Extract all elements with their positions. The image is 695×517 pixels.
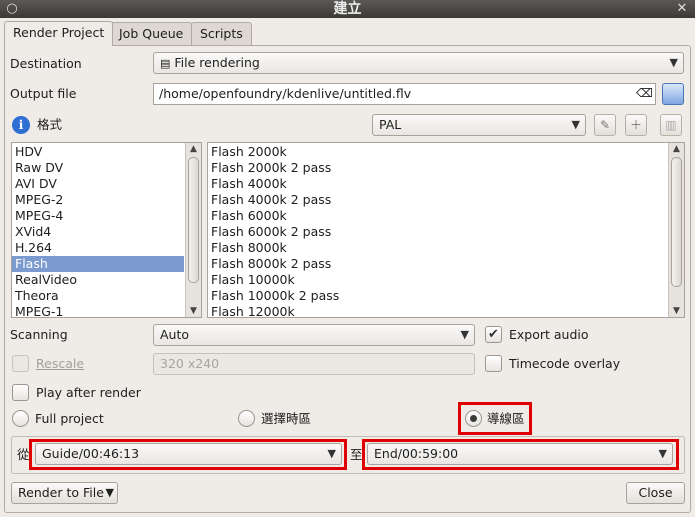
play-after-render-label: Play after render (36, 385, 141, 400)
film-icon: ▤ (160, 57, 171, 70)
chevron-down-icon: ▼ (669, 56, 678, 69)
selected-zone-label: 選擇時區 (261, 411, 312, 426)
output-file-input[interactable]: /home/openfoundry/kdenlive/untitled.flv (153, 83, 656, 105)
format-list-item[interactable]: MPEG-1 (12, 304, 184, 317)
format-list-item[interactable]: AVI DV (12, 176, 184, 192)
scanning-select[interactable]: Auto ▼ (153, 324, 475, 346)
format-list-item[interactable]: MPEG-2 (12, 192, 184, 208)
chevron-down-icon: ▼ (105, 486, 114, 499)
window-title: 建立 (333, 1, 362, 17)
guide-zone-radio[interactable] (465, 410, 482, 427)
format-list-item[interactable]: HDV (12, 144, 184, 160)
destination-label: Destination (10, 56, 82, 71)
clear-text-icon[interactable]: ⌫ (636, 86, 653, 101)
play-after-render-checkbox[interactable] (12, 384, 29, 401)
timecode-overlay-checkbox[interactable] (485, 355, 502, 372)
render-to-file-button[interactable]: Render to File ▼ (11, 482, 118, 504)
export-audio-label: Export audio (509, 327, 589, 342)
output-file-label: Output file (10, 86, 77, 101)
from-guide-select[interactable]: Guide/00:46:13 ▼ (35, 443, 342, 465)
radio-selected-dot (470, 415, 477, 422)
format-list-item[interactable]: Theora (12, 288, 184, 304)
window-title-bar: 建立 (0, 0, 695, 18)
chevron-down-icon: ▼ (460, 328, 469, 341)
window-close-icon[interactable]: ✕ (674, 1, 690, 17)
close-button[interactable]: Close (626, 482, 685, 504)
format-list-item[interactable]: H.264 (12, 240, 184, 256)
delete-profile-icon[interactable]: ▥ (660, 114, 682, 136)
bitrate-list-item[interactable]: Flash 2000k (208, 144, 668, 160)
bitrate-list-scrollbar[interactable]: ▲ ▼ (668, 143, 684, 317)
folder-open-icon[interactable] (662, 83, 684, 105)
to-guide-select[interactable]: End/00:59:00 ▼ (367, 443, 673, 465)
bitrate-list: Flash 2000k Flash 2000k 2 pass Flash 4000k… (207, 142, 685, 318)
rescale-checkbox[interactable] (12, 355, 29, 372)
rescale-size-input[interactable]: 320 x240 (153, 353, 475, 375)
format-list-item[interactable]: MPEG-4 (12, 208, 184, 224)
window-menu-icon[interactable]: ○ (4, 1, 20, 17)
scroll-down-icon[interactable]: ▼ (669, 306, 684, 316)
new-profile-icon[interactable]: ＋ (625, 114, 647, 136)
tab-scripts[interactable]: Scripts (191, 22, 252, 46)
edit-profile-icon[interactable]: ✎ (594, 114, 616, 136)
bitrate-list-item[interactable]: Flash 12000k (208, 304, 668, 317)
full-project-radio[interactable] (12, 410, 29, 427)
bitrate-list-item[interactable]: Flash 6000k 2 pass (208, 224, 668, 240)
tab-job-queue[interactable]: Job Queue (110, 22, 193, 46)
profile-select[interactable]: PAL ▼ (372, 114, 586, 136)
bitrate-list-item[interactable]: Flash 10000k 2 pass (208, 288, 668, 304)
bitrate-list-item[interactable]: Flash 8000k 2 pass (208, 256, 668, 272)
guide-zone-label: 導線區 (487, 411, 525, 426)
full-project-label: Full project (35, 411, 104, 426)
info-icon[interactable]: i (12, 116, 30, 134)
to-label: 至 (350, 447, 363, 462)
export-audio-checkbox[interactable]: ✔ (485, 326, 502, 343)
chevron-down-icon: ▼ (571, 118, 580, 131)
scanning-label: Scanning (10, 327, 68, 342)
bitrate-list-item[interactable]: Flash 10000k (208, 272, 668, 288)
format-list-scrollbar[interactable]: ▲ ▼ (185, 143, 201, 317)
format-list-item[interactable]: RealVideo (12, 272, 184, 288)
scroll-up-icon[interactable]: ▲ (186, 144, 201, 154)
bitrate-list-item[interactable]: Flash 2000k 2 pass (208, 160, 668, 176)
chevron-down-icon: ▼ (658, 447, 667, 460)
format-list: HDV Raw DV AVI DV MPEG-2 MPEG-4 XVid4 H.264 Fla… (11, 142, 202, 318)
timecode-overlay-label: Timecode overlay (509, 356, 621, 371)
format-list-item[interactable]: Flash (12, 256, 184, 272)
scroll-thumb[interactable] (188, 157, 199, 283)
format-list-item[interactable]: Raw DV (12, 160, 184, 176)
bitrate-list-item[interactable]: Flash 8000k (208, 240, 668, 256)
bitrate-list-item[interactable]: Flash 6000k (208, 208, 668, 224)
tab-render-project[interactable]: Render Project (4, 21, 114, 46)
chevron-down-icon: ▼ (327, 447, 336, 460)
scroll-down-icon[interactable]: ▼ (186, 306, 201, 316)
selected-zone-radio[interactable] (238, 410, 255, 427)
destination-select[interactable]: ▤ File rendering ▼ (153, 52, 684, 74)
format-list-item[interactable]: XVid4 (12, 224, 184, 240)
format-label: 格式 (37, 117, 63, 132)
scroll-thumb[interactable] (671, 157, 682, 287)
bitrate-list-item[interactable]: Flash 4000k (208, 176, 668, 192)
bitrate-list-item[interactable]: Flash 4000k 2 pass (208, 192, 668, 208)
from-label: 從 (17, 447, 30, 462)
scroll-up-icon[interactable]: ▲ (669, 144, 684, 154)
rescale-label: Rescale (36, 356, 85, 371)
